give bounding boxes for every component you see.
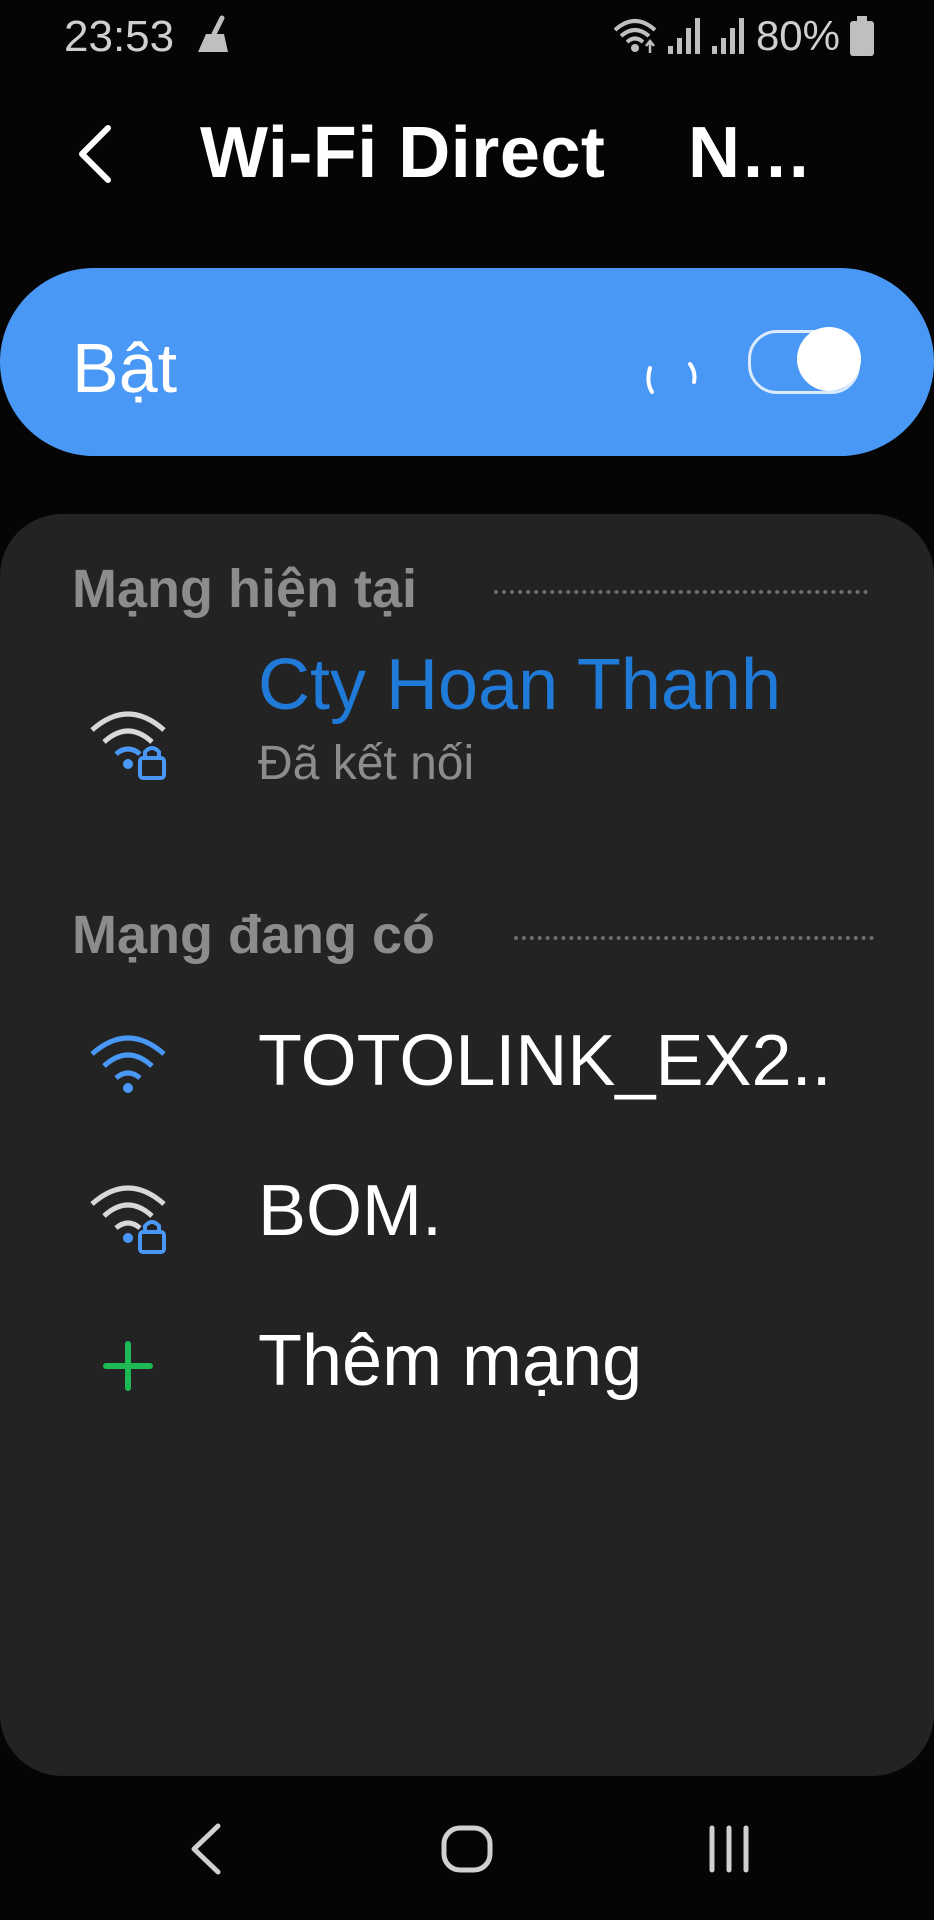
wifi-open-icon — [90, 1035, 166, 1093]
wifi-master-toggle-bar[interactable]: Bật — [0, 268, 934, 456]
status-right: 80% — [612, 10, 874, 62]
add-network-item[interactable]: Thêm mạng — [0, 1298, 934, 1434]
current-network-heading: Mạng hiện tại — [72, 559, 418, 619]
wifi-toggle-switch[interactable] — [748, 327, 861, 394]
battery-percent: 80% — [755, 12, 840, 59]
network-name: TOTOLINK_EX2.. — [258, 1021, 832, 1101]
section-divider — [494, 590, 868, 594]
system-navigation-bar — [0, 1776, 934, 1920]
status-bar: 23:53 80% — [0, 0, 934, 72]
toggle-label: Bật — [72, 329, 178, 407]
advanced-button[interactable]: Nâ... — [688, 112, 838, 194]
page-title: Wi-Fi Direct — [200, 113, 606, 193]
status-time: 23:53 — [64, 12, 175, 61]
available-networks-heading: Mạng đang có — [72, 905, 435, 965]
nav-recents-icon[interactable] — [706, 1824, 752, 1874]
toggle-knob — [797, 327, 861, 391]
networks-card: Mạng hiện tại Cty Hoan Thanh Đã kết nối … — [0, 514, 934, 1776]
section-divider — [514, 936, 874, 940]
signal-icon — [711, 18, 744, 54]
wifi-data-icon — [613, 19, 657, 53]
nav-home-icon[interactable] — [440, 1824, 494, 1874]
back-arrow-icon[interactable] — [70, 118, 118, 190]
current-network-name: Cty Hoan Thanh — [258, 645, 781, 725]
current-network-item[interactable]: Cty Hoan Thanh Đã kết nối — [0, 644, 934, 874]
add-network-label: Thêm mạng — [258, 1321, 643, 1401]
scanning-spinner-icon — [646, 362, 697, 394]
nav-back-icon[interactable] — [186, 1822, 226, 1876]
signal-icon — [667, 18, 700, 54]
cleaner-icon — [198, 15, 228, 52]
wifi-locked-icon — [90, 1185, 166, 1254]
plus-icon — [103, 1341, 153, 1391]
wifi-locked-icon — [90, 711, 166, 780]
network-name: BOM. — [258, 1171, 443, 1251]
battery-icon — [850, 16, 874, 56]
network-item-bom[interactable]: BOM. — [0, 1148, 934, 1284]
current-network-status: Đã kết nối — [258, 737, 475, 790]
network-item-totolink[interactable]: TOTOLINK_EX2.. — [0, 998, 934, 1134]
